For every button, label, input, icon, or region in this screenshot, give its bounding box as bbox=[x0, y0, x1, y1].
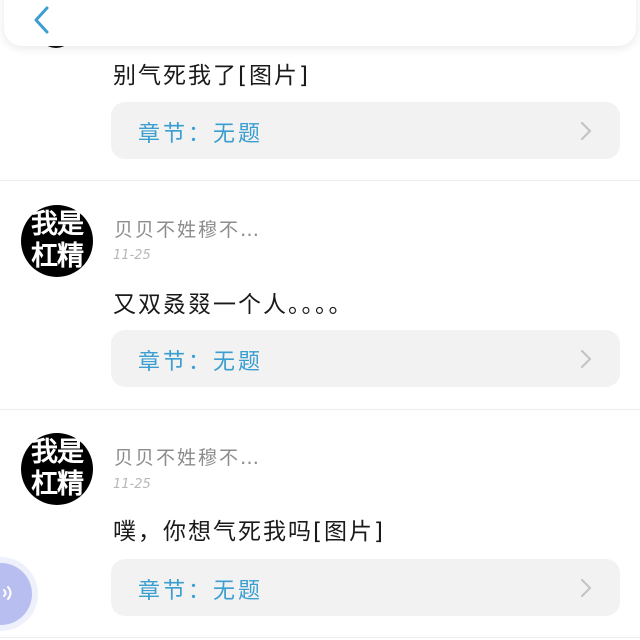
chevron-left-icon bbox=[34, 6, 49, 34]
avatar-text-line: 杠精 bbox=[31, 241, 84, 272]
comment-text: 噗，你想气死我吗[图片] bbox=[113, 519, 385, 545]
avatar-text-line: 我是 bbox=[31, 437, 84, 468]
chapter-link[interactable]: 章节：无题 bbox=[111, 102, 620, 159]
chapter-label: 章节：无题 bbox=[138, 579, 264, 604]
chapter-label: 章节：无题 bbox=[138, 350, 264, 375]
comment-date: 11-25 bbox=[113, 477, 151, 492]
divider bbox=[0, 409, 640, 410]
divider bbox=[0, 637, 640, 638]
audio-float-button[interactable] bbox=[0, 563, 32, 625]
top-bar bbox=[4, 0, 636, 46]
avatar-text-line: 我是 bbox=[31, 209, 84, 240]
author-name[interactable]: 贝贝不姓穆不… bbox=[114, 443, 261, 470]
avatar[interactable]: 我是 杠精 bbox=[21, 205, 93, 277]
comment-text: 又双叒叕一个人。。。。 bbox=[113, 292, 354, 318]
sound-wave-icon bbox=[3, 586, 12, 600]
chevron-right-icon bbox=[580, 578, 592, 598]
chapter-link[interactable]: 章节：无题 bbox=[111, 559, 620, 616]
comment-text: 别气死我了[图片] bbox=[113, 63, 310, 89]
avatar[interactable]: 我是 杠精 bbox=[21, 433, 93, 505]
comment-date: 11-25 bbox=[113, 248, 151, 263]
chapter-link[interactable]: 章节：无题 bbox=[111, 330, 620, 387]
avatar-text-line: 杠精 bbox=[31, 469, 84, 500]
chevron-right-icon bbox=[580, 121, 592, 141]
chapter-label: 章节：无题 bbox=[138, 122, 264, 147]
author-name[interactable]: 贝贝不姓穆不… bbox=[114, 215, 261, 242]
chevron-right-icon bbox=[580, 349, 592, 369]
back-button[interactable] bbox=[22, 0, 62, 40]
divider bbox=[0, 180, 640, 181]
